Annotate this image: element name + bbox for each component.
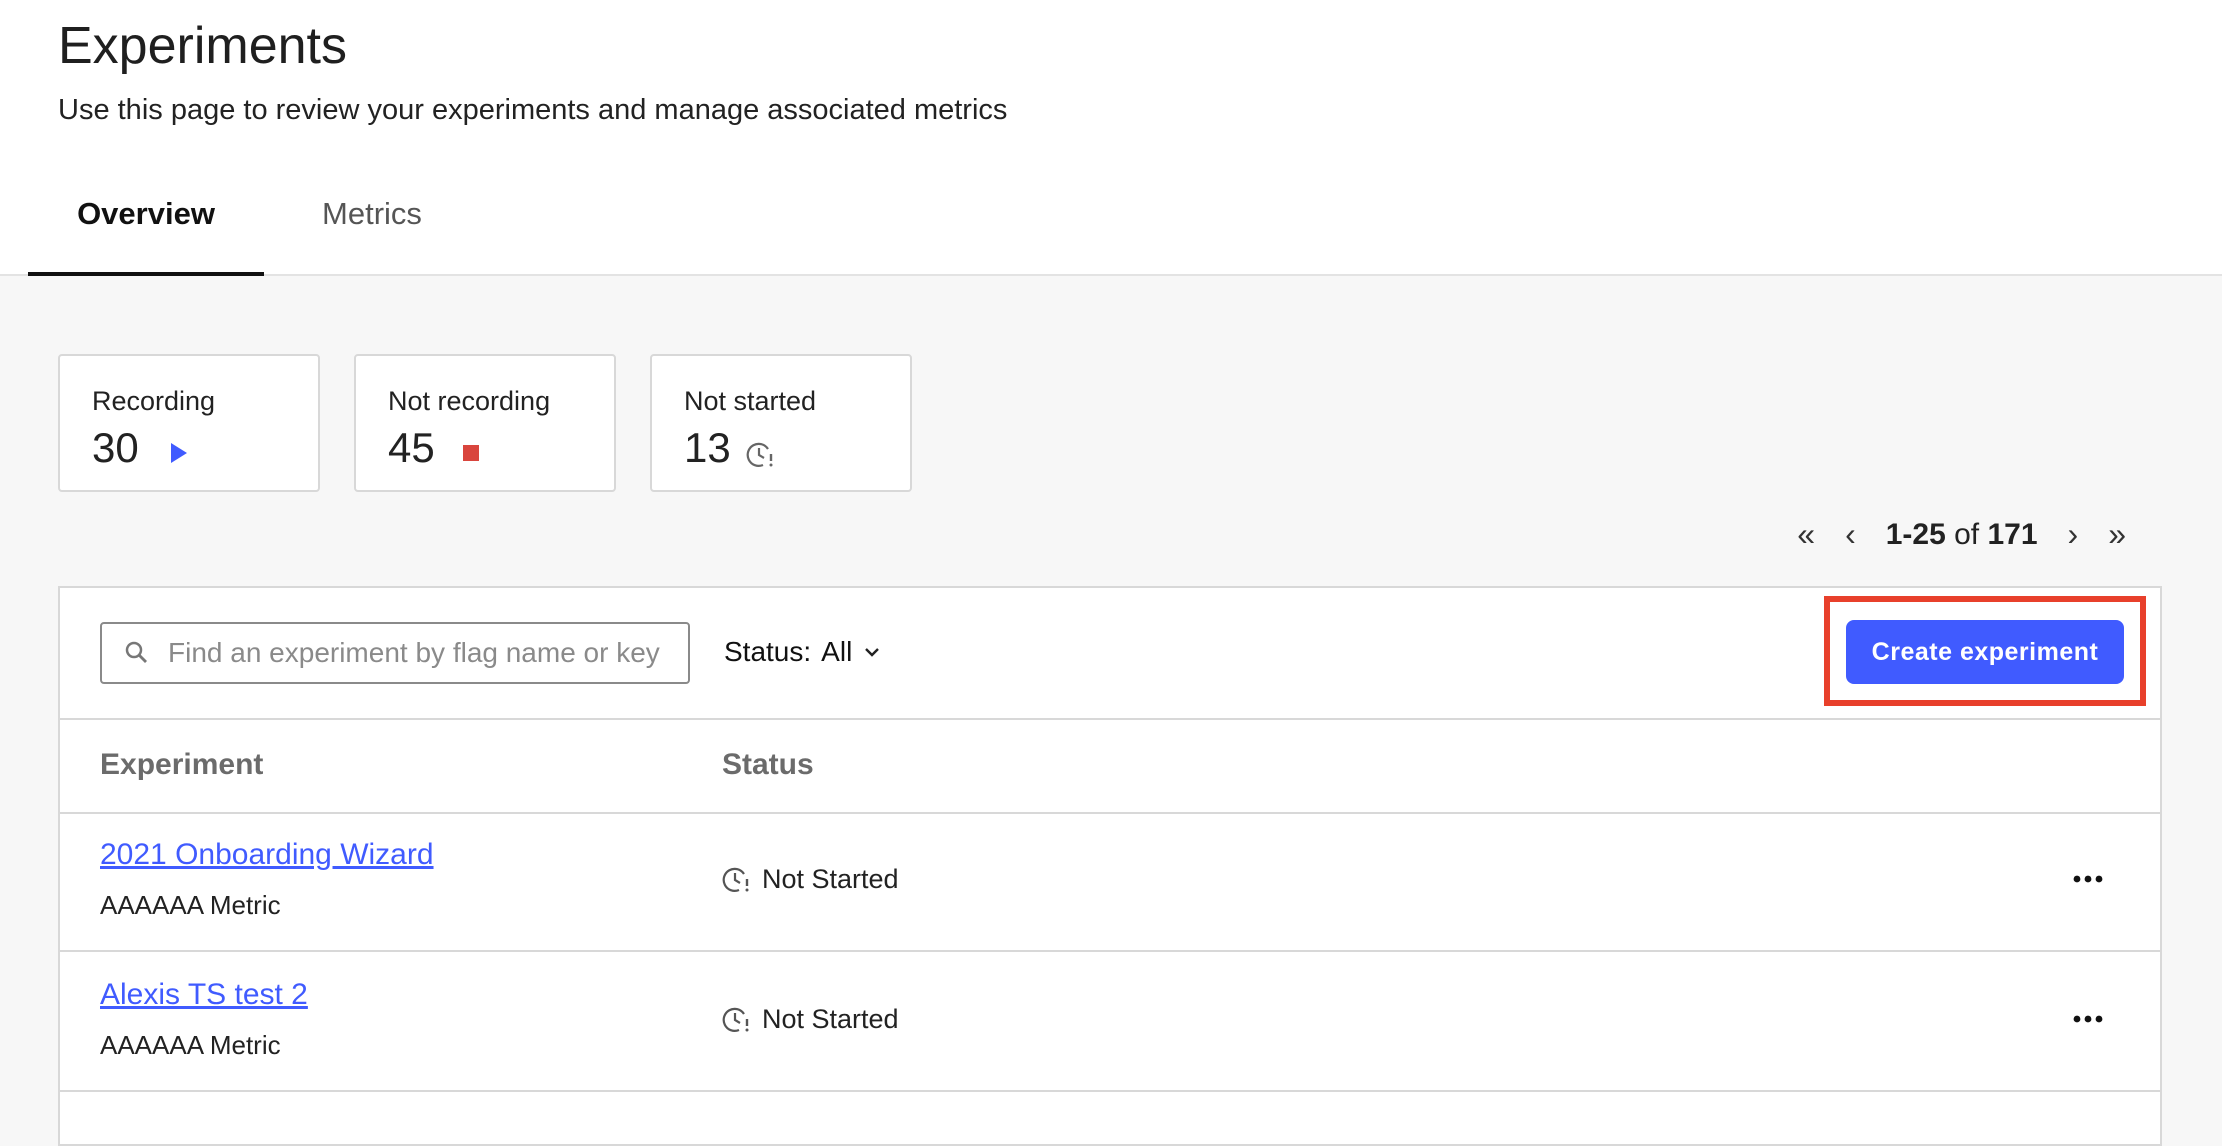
stat-card-recording: Recording 30	[58, 354, 320, 492]
status-filter-dropdown[interactable]: Status: All	[724, 636, 882, 668]
status-text: Not Started	[762, 1004, 899, 1034]
experiment-metric: AAAAAA Metric	[100, 1030, 281, 1060]
status-text: Not Started	[762, 864, 899, 894]
table-row: 2021 Onboarding Wizard AAAAAA Metric Not…	[60, 812, 2160, 952]
clock-alert-icon	[722, 867, 749, 892]
experiment-metric: AAAAAA Metric	[100, 890, 281, 920]
stat-card-not-recording: Not recording 45	[354, 354, 616, 492]
first-page-button[interactable]: «	[1797, 516, 1815, 553]
table-row: Alexis TS test 2 AAAAAA Metric Not Start…	[60, 952, 2160, 1092]
pagination: « ‹ 1-25 of 171 › »	[1797, 516, 2126, 553]
experiment-link[interactable]: Alexis TS test 2	[100, 978, 308, 1012]
tab-overview[interactable]: Overview	[28, 196, 264, 276]
page-range-text: 1-25 of 171	[1885, 517, 2038, 551]
clock-alert-icon	[746, 442, 773, 467]
column-header-status: Status	[722, 748, 814, 781]
search-icon	[125, 641, 147, 663]
page-title: Experiments	[58, 17, 347, 75]
stat-value: 45	[388, 424, 435, 471]
stat-card-not-started: Not started 13	[650, 354, 912, 492]
status-filter-value: All	[821, 636, 853, 667]
table-toolbar: Status: All Create experiment	[60, 588, 2160, 720]
stat-value: 13	[684, 424, 731, 471]
stat-label: Recording	[92, 386, 216, 416]
create-experiment-button[interactable]: Create experiment	[1846, 620, 2124, 684]
page-header: Experiments Use this page to review your…	[0, 0, 2222, 276]
last-page-button[interactable]: »	[2108, 516, 2126, 553]
row-actions-button[interactable]	[2068, 864, 2108, 894]
row-actions-button[interactable]	[2068, 1004, 2108, 1034]
stat-value: 30	[92, 424, 139, 471]
clock-alert-icon	[722, 1007, 749, 1032]
tab-metrics[interactable]: Metrics	[264, 196, 480, 272]
prev-page-button[interactable]: ‹	[1845, 516, 1856, 553]
experiments-panel: Status: All Create experiment Experiment…	[58, 586, 2162, 1146]
search-input[interactable]	[166, 636, 670, 670]
table-header: Experiment Status	[60, 718, 2160, 814]
more-horizontal-icon	[2073, 1015, 2103, 1023]
chevron-down-icon	[865, 648, 880, 657]
column-header-experiment: Experiment	[100, 748, 264, 781]
stop-icon	[463, 445, 479, 461]
stat-label: Not started	[684, 386, 817, 416]
page-subtitle: Use this page to review your experiments…	[58, 94, 1008, 126]
tab-bar: Overview Metrics	[28, 196, 480, 276]
next-page-button[interactable]: ›	[2068, 516, 2079, 553]
status-filter-label: Status:	[724, 636, 812, 667]
more-horizontal-icon	[2073, 875, 2103, 883]
experiment-status: Not Started	[722, 1004, 899, 1035]
experiment-status: Not Started	[722, 864, 899, 895]
experiment-link[interactable]: 2021 Onboarding Wizard	[100, 838, 434, 872]
stat-label: Not recording	[388, 386, 551, 416]
search-box[interactable]	[100, 622, 690, 684]
play-icon	[171, 443, 187, 463]
